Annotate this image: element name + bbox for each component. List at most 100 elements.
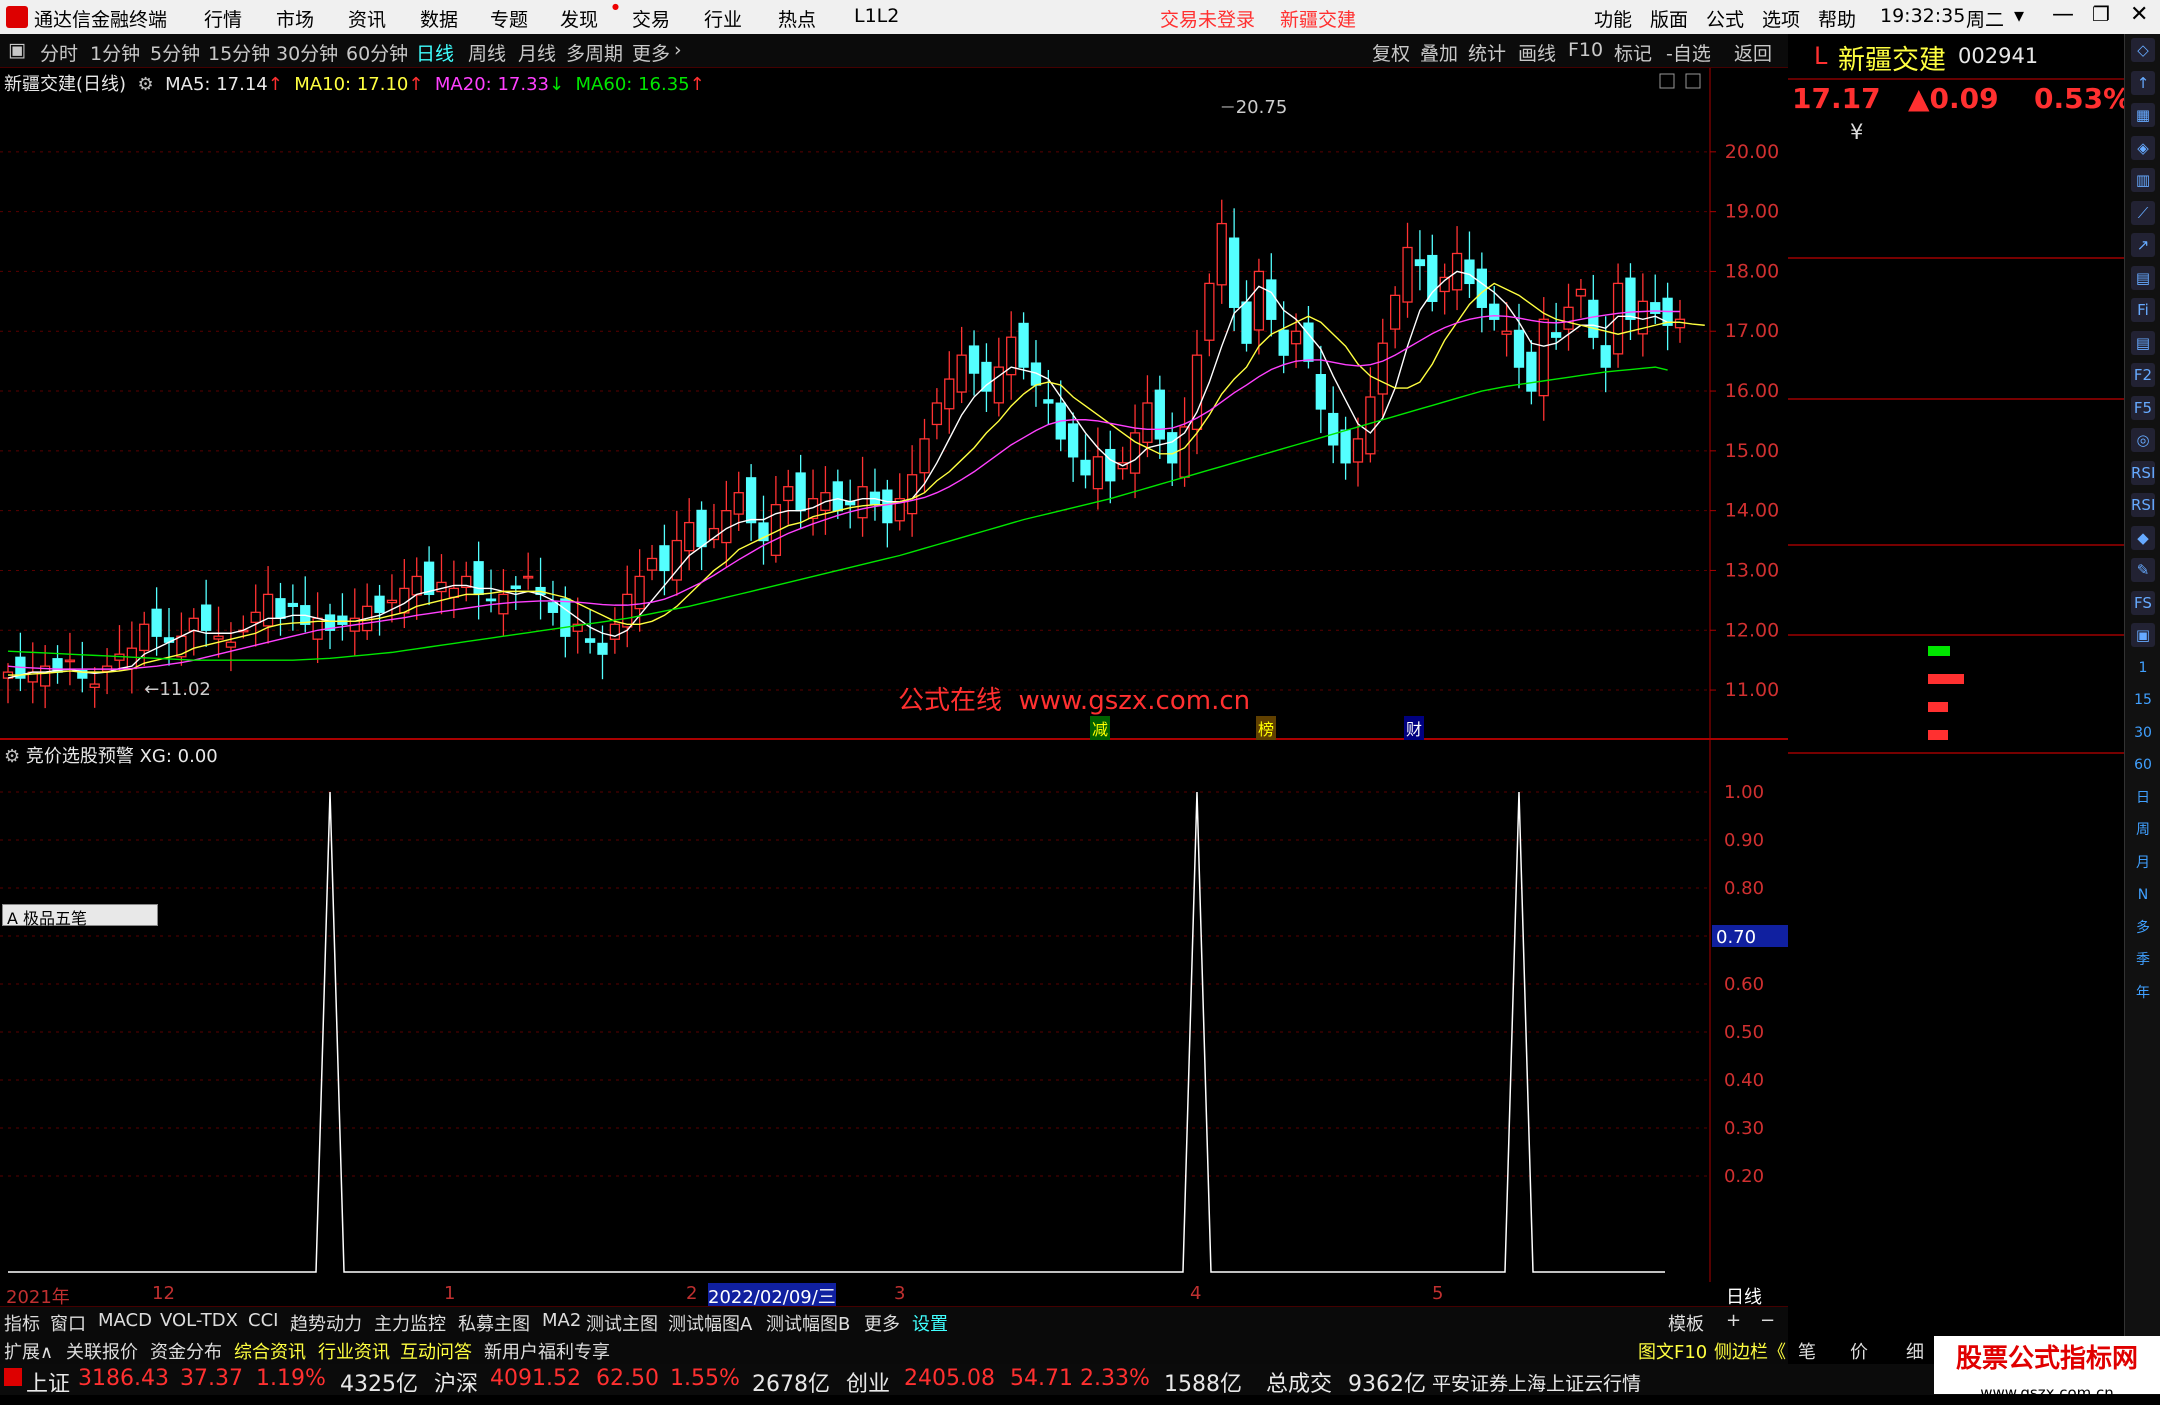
side-tab-4[interactable]: 细: [1906, 1338, 1924, 1364]
sidebar-icon-7[interactable]: ▤: [2131, 265, 2155, 290]
sidebar-icon-28[interactable]: 季: [2131, 948, 2155, 972]
menu-2[interactable]: 资讯: [348, 5, 386, 32]
period-tab-8[interactable]: 月线: [518, 39, 556, 66]
period-tab-1[interactable]: 1分钟: [90, 39, 140, 66]
menu-right-0[interactable]: 功能: [1594, 5, 1632, 32]
period-tab-2[interactable]: 5分钟: [150, 39, 200, 66]
template-btn-2[interactable]: −: [1760, 1310, 1775, 1331]
indicator-tab-6[interactable]: 主力监控: [374, 1310, 446, 1336]
cy-name[interactable]: 创业: [846, 1366, 890, 1398]
toolbar-btn-3[interactable]: 画线: [1518, 39, 1556, 66]
event-badge-reduce[interactable]: 减: [1090, 716, 1111, 740]
toolbar-btn-1[interactable]: 叠加: [1420, 39, 1458, 66]
sidebar-icon-15[interactable]: ◆: [2131, 525, 2155, 550]
sidebar-icon-12[interactable]: ◎: [2131, 428, 2155, 452]
sidebar-icon-25[interactable]: 月: [2131, 851, 2155, 875]
indicator-tab-3[interactable]: VOL-TDX: [160, 1310, 238, 1331]
period-tab-7[interactable]: 周线: [468, 39, 506, 66]
menu-1[interactable]: 市场: [276, 5, 314, 32]
menu-toggle-icon[interactable]: ▣: [8, 39, 26, 61]
period-tab-10[interactable]: 更多: [632, 39, 670, 66]
ext-tab-3[interactable]: 综合资讯: [234, 1338, 306, 1364]
toolbar-btn-6[interactable]: -自选: [1666, 39, 1711, 66]
indicator-tab-12[interactable]: 更多: [864, 1310, 900, 1336]
sidebar-icon-6[interactable]: ↗: [2131, 233, 2155, 257]
template-btn-0[interactable]: 模板: [1668, 1310, 1704, 1336]
event-badge-rank[interactable]: 榜: [1256, 716, 1277, 740]
indicator-tab-2[interactable]: MACD: [98, 1310, 152, 1331]
login-status[interactable]: 交易未登录: [1160, 5, 1255, 32]
sidebar-icon-18[interactable]: ▣: [2131, 623, 2155, 647]
ext-tab-4[interactable]: 行业资讯: [318, 1338, 390, 1364]
period-tab-4[interactable]: 30分钟: [276, 39, 338, 66]
toolbar-btn-4[interactable]: F10: [1568, 39, 1603, 61]
menu-8[interactable]: 热点: [778, 5, 816, 32]
menu-3[interactable]: 数据: [420, 5, 458, 32]
menu-0[interactable]: 行情: [204, 5, 242, 32]
restore-icon[interactable]: ❐: [2092, 2, 2110, 26]
sidebar-icon-4[interactable]: ▥: [2131, 168, 2155, 192]
period-tab-3[interactable]: 15分钟: [208, 39, 270, 66]
side-tab-1[interactable]: 侧边栏《: [1714, 1338, 1786, 1364]
sidebar-icon-9[interactable]: ▤: [2131, 330, 2155, 355]
kline-chart[interactable]: 20.00 19.00 18.00 17.00 16.00 15.00 14.00 13.00…: [0, 68, 1788, 740]
indicator-tab-9[interactable]: 测试主图: [586, 1310, 658, 1336]
sidebar-icon-13[interactable]: RSI: [2131, 460, 2155, 485]
period-tab-9[interactable]: 多周期: [566, 39, 623, 66]
sidebar-icon-14[interactable]: RSI: [2131, 493, 2155, 517]
event-badge-finance[interactable]: 财: [1404, 716, 1425, 740]
toolbar-btn-2[interactable]: 统计: [1468, 39, 1506, 66]
sidebar-icon-11[interactable]: F5: [2131, 395, 2155, 420]
indicator-tab-1[interactable]: 窗口: [50, 1310, 86, 1336]
sidebar-icon-29[interactable]: 年: [2131, 981, 2155, 1005]
menu-7[interactable]: 行业: [704, 5, 742, 32]
sidebar-icon-3[interactable]: ◈: [2131, 135, 2155, 160]
indicator-chart[interactable]: 1.000.900.800.700.600.500.400.300.200.70: [0, 740, 1788, 1282]
indicator-tab-10[interactable]: 测试幅图A: [668, 1310, 752, 1336]
side-tab-3[interactable]: 价: [1850, 1338, 1868, 1364]
sidebar-icon-23[interactable]: 日: [2131, 786, 2155, 810]
menu-6[interactable]: 交易: [632, 5, 670, 32]
indicator-gear-icon[interactable]: ⚙: [4, 746, 26, 767]
minimize-icon[interactable]: —: [2052, 2, 2074, 27]
sidebar-icon-0[interactable]: ◇: [2131, 38, 2155, 62]
sidebar-icon-5[interactable]: ⟋: [2131, 200, 2155, 225]
ext-tab-5[interactable]: 互动问答: [400, 1338, 472, 1364]
sidebar-icon-2[interactable]: ▦: [2131, 103, 2155, 127]
sidebar-icon-26[interactable]: N: [2131, 883, 2155, 907]
gear-icon[interactable]: ⚙: [132, 74, 160, 95]
toolbar-btn-7[interactable]: 返回: [1734, 39, 1772, 66]
sidebar-icon-1[interactable]: ↑: [2131, 70, 2155, 95]
period-tab-5[interactable]: 60分钟: [346, 39, 408, 66]
period-tab-0[interactable]: 分时: [40, 39, 78, 66]
ext-tab-0[interactable]: 扩展∧: [4, 1338, 53, 1364]
indicator-tab-13[interactable]: 设置: [912, 1310, 948, 1336]
ext-tab-6[interactable]: 新用户福利专享: [484, 1338, 610, 1364]
sidebar-icon-16[interactable]: ✎: [2131, 558, 2155, 582]
side-tab-2[interactable]: 笔: [1798, 1338, 1816, 1364]
sidebar-icon-21[interactable]: 30: [2131, 721, 2155, 745]
menu-right-4[interactable]: 帮助: [1818, 5, 1856, 32]
menu-4[interactable]: 专题: [490, 5, 528, 32]
template-btn-1[interactable]: +: [1726, 1310, 1741, 1331]
menu-right-3[interactable]: 选项: [1762, 5, 1800, 32]
sidebar-icon-20[interactable]: 15: [2131, 688, 2155, 712]
sidebar-icon-17[interactable]: FS: [2131, 590, 2155, 615]
indicator-tab-11[interactable]: 测试幅图B: [766, 1310, 850, 1336]
sidebar-icon-10[interactable]: F2: [2131, 363, 2155, 387]
indicator-tab-8[interactable]: MA2: [542, 1310, 581, 1331]
sh-name[interactable]: 上证: [26, 1366, 70, 1398]
ext-tab-1[interactable]: 关联报价: [66, 1338, 138, 1364]
period-tab-6[interactable]: 日线: [416, 39, 454, 66]
ext-tab-2[interactable]: 资金分布: [150, 1338, 222, 1364]
sidebar-icon-27[interactable]: 多: [2131, 916, 2155, 940]
menu-5[interactable]: 发现: [560, 5, 598, 32]
indicator-tab-0[interactable]: 指标: [4, 1310, 40, 1336]
sidebar-icon-19[interactable]: 1: [2131, 656, 2155, 680]
indicator-tab-5[interactable]: 趋势动力: [290, 1310, 362, 1336]
menu-9[interactable]: L1L2: [854, 5, 899, 27]
sidebar-icon-24[interactable]: 周: [2131, 818, 2155, 842]
menu-right-1[interactable]: 版面: [1650, 5, 1688, 32]
toolbar-btn-0[interactable]: 复权: [1372, 39, 1410, 66]
settings-icon[interactable]: ▾: [2014, 3, 2024, 27]
